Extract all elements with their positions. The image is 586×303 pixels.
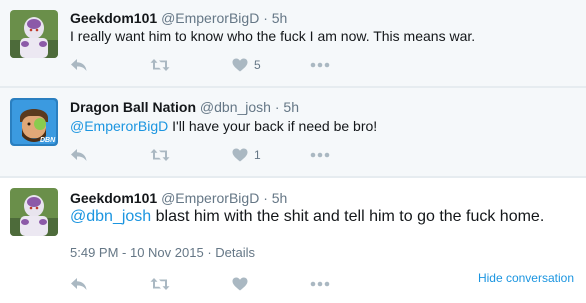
like-count: 5 — [254, 58, 261, 72]
details-link[interactable]: Details — [215, 245, 255, 260]
avatar[interactable] — [10, 10, 58, 58]
tweet-text: I really want him to know who the fuck I… — [70, 28, 476, 44]
meta-separator: · — [207, 245, 212, 260]
like-button[interactable]: 5 — [232, 55, 261, 75]
tweet-meta: 5:49 PM - 10 Nov 2015 · Details — [70, 245, 255, 260]
tweet-header: Dragon Ball Nation @dbn_josh · 5h — [70, 99, 299, 115]
retweet-icon — [150, 149, 170, 161]
like-button[interactable]: 1 — [232, 145, 261, 165]
like-count: 1 — [254, 148, 261, 162]
timestamp-link[interactable]: 5h — [283, 99, 299, 115]
retweet-button[interactable] — [150, 274, 170, 294]
more-button[interactable] — [310, 274, 330, 294]
tweet-actions — [70, 274, 350, 294]
retweet-button[interactable] — [150, 145, 170, 165]
username[interactable]: @EmperorBigD — [161, 10, 259, 26]
separator: · — [263, 190, 268, 206]
username[interactable]: @EmperorBigD — [161, 190, 259, 206]
mention-link[interactable]: @dbn_josh — [70, 208, 151, 225]
timestamp-link[interactable]: 5h — [272, 10, 288, 26]
separator: · — [274, 99, 280, 115]
username[interactable]: @dbn_josh — [200, 99, 271, 115]
reply-icon — [71, 149, 87, 161]
avatar[interactable]: DBN — [10, 98, 58, 146]
retweet-icon — [150, 59, 170, 71]
more-button[interactable] — [310, 55, 330, 75]
hide-conversation-link[interactable]: Hide conversation — [478, 271, 574, 285]
like-button[interactable] — [232, 274, 254, 294]
tweet-actions: 5 — [70, 55, 350, 75]
tweet-text: @EmperorBigD I'll have your back if need… — [70, 118, 377, 134]
more-icon — [310, 152, 330, 158]
tweet-text: @dbn_josh blast him with the shit and te… — [70, 208, 544, 226]
reply-button[interactable] — [70, 274, 88, 294]
tweet-header: Geekdom101 @EmperorBigD · 5h — [70, 190, 287, 206]
heart-icon — [232, 148, 248, 162]
tweet-body: blast him with the shit and tell him to … — [151, 208, 545, 225]
heart-icon — [232, 58, 248, 72]
fullname[interactable]: Dragon Ball Nation — [70, 99, 196, 115]
fullname[interactable]: Geekdom101 — [70, 10, 157, 26]
retweet-icon — [150, 278, 170, 290]
tweet[interactable]: Geekdom101 @EmperorBigD · 5h I really wa… — [0, 0, 586, 86]
more-icon — [310, 281, 330, 287]
full-timestamp[interactable]: 5:49 PM - 10 Nov 2015 — [70, 245, 204, 260]
heart-icon — [232, 277, 248, 291]
timestamp-link[interactable]: 5h — [272, 190, 288, 206]
tweet-body: I'll have your back if need be bro! — [168, 118, 378, 134]
reply-icon — [71, 278, 87, 290]
retweet-button[interactable] — [150, 55, 170, 75]
more-button[interactable] — [310, 145, 330, 165]
tweet[interactable]: DBN Dragon Ball Nation @dbn_josh · 5h @E… — [0, 88, 586, 176]
tweet-actions: 1 — [70, 145, 350, 165]
reply-button[interactable] — [70, 145, 88, 165]
reply-icon — [71, 59, 87, 71]
separator: · — [263, 10, 268, 26]
tweet-focused[interactable]: Geekdom101 @EmperorBigD · 5h @dbn_josh b… — [0, 178, 586, 303]
fullname[interactable]: Geekdom101 — [70, 190, 157, 206]
svg-text:DBN: DBN — [40, 137, 56, 144]
reply-button[interactable] — [70, 55, 88, 75]
mention-link[interactable]: @EmperorBigD — [70, 118, 168, 134]
tweet-header: Geekdom101 @EmperorBigD · 5h — [70, 10, 287, 26]
more-icon — [310, 62, 330, 68]
avatar[interactable] — [10, 188, 58, 236]
